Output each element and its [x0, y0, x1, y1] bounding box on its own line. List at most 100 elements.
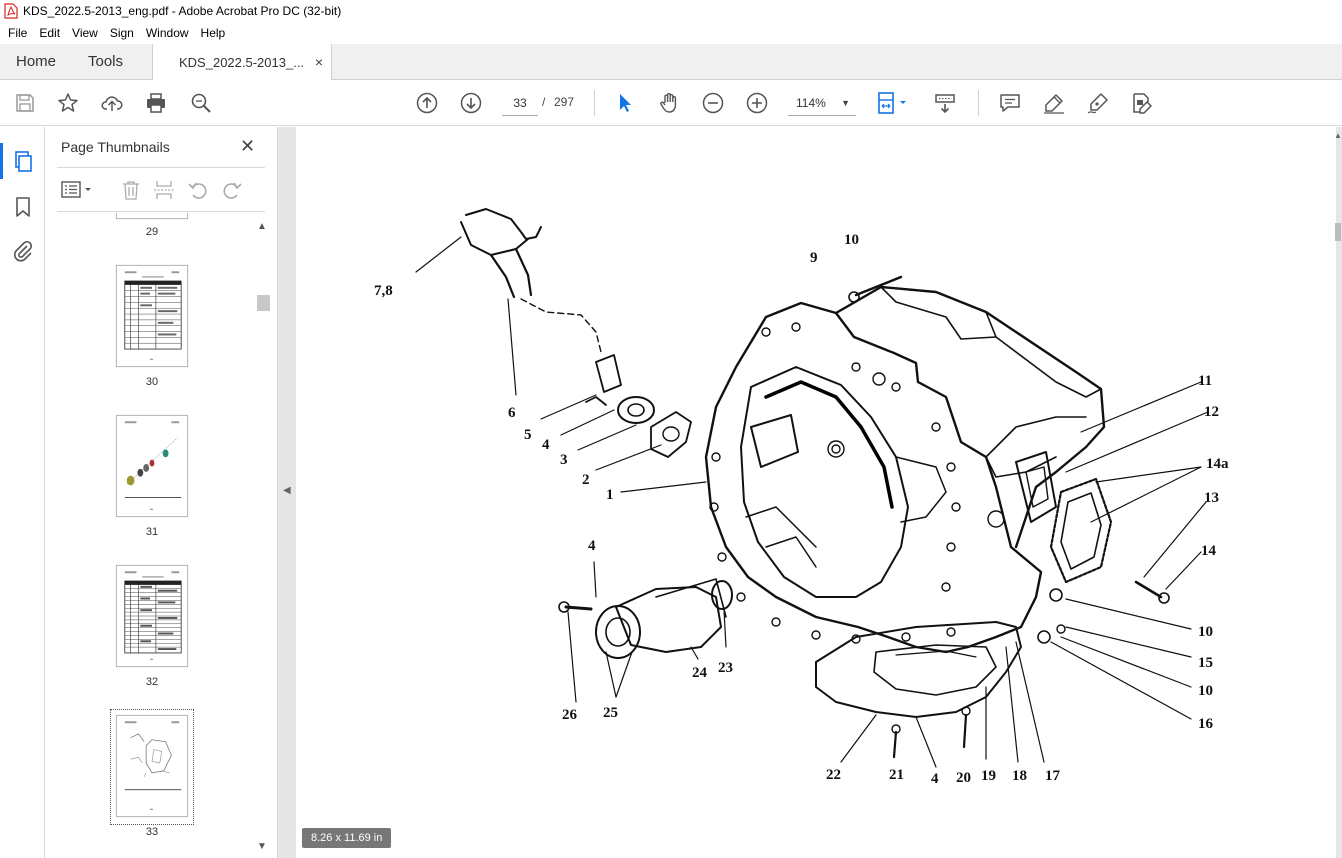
bookmarks-icon[interactable] [11, 195, 35, 219]
page-number-input[interactable] [502, 90, 538, 116]
thumbnail-page-number: 30 [145, 376, 159, 388]
upload-cloud-icon[interactable] [100, 91, 124, 115]
callout-labels: 7,8 10 9 6 5 4 3 2 1 11 12 14a 13 14 4 2… [374, 232, 1229, 787]
callout-number: 10 [1198, 624, 1213, 640]
zoom-out-icon[interactable] [701, 91, 725, 115]
attachments-paperclip-icon[interactable] [11, 239, 35, 263]
callout-number: 6 [508, 405, 516, 421]
scroll-up-icon[interactable]: ▲ [1334, 131, 1342, 140]
scrollbar-thumb[interactable] [257, 295, 270, 311]
page-thumbnails-icon[interactable] [0, 143, 35, 179]
scroll-mode-icon[interactable] [933, 91, 957, 115]
callout-number: 22 [826, 767, 841, 783]
callout-number: 14a [1206, 456, 1229, 472]
callout-number: 20 [956, 770, 971, 786]
zoom-select[interactable]: 114% ▼ [788, 90, 856, 116]
highlight-pen-icon[interactable] [1042, 91, 1066, 115]
page-separator: / [542, 95, 546, 109]
page-size-badge: 8.26 x 11.69 in [302, 828, 392, 848]
exploded-parts-drawing: 7,8 10 9 6 5 4 3 2 1 11 12 14a 13 14 4 2… [374, 208, 1229, 787]
callout-number: 23 [718, 660, 733, 676]
callout-number: 2 [582, 472, 590, 488]
callout-number: 17 [1045, 768, 1061, 784]
thumbnail-page-number: 31 [145, 526, 159, 538]
thumbnails-panel: Page Thumbnails ✕ 29 30 31 32 33 ▲ ▼ [45, 127, 278, 858]
save-icon[interactable] [13, 91, 37, 115]
callout-number: 21 [889, 767, 904, 783]
left-rail [0, 127, 45, 858]
panel-close-icon[interactable]: ✕ [240, 136, 255, 157]
delete-trash-icon[interactable] [120, 179, 142, 204]
callout-number: 24 [692, 665, 708, 681]
callout-number: 7,8 [374, 283, 393, 299]
page-fit-icon[interactable] [876, 91, 912, 115]
window-title: KDS_2022.5-2013_eng.pdf - Adobe Acrobat … [23, 4, 342, 18]
thumbnail-scrollbar[interactable]: ▲ ▼ [255, 217, 270, 858]
collapse-panel-icon[interactable]: ◀ [283, 485, 291, 496]
callout-number: 9 [810, 250, 818, 266]
menu-view[interactable]: View [66, 26, 104, 40]
menu-sign[interactable]: Sign [104, 26, 140, 40]
callout-number: 18 [1012, 768, 1027, 784]
find-magnifier-icon[interactable] [189, 91, 213, 115]
bookmark-star-icon[interactable] [56, 91, 80, 115]
thumbnail-list: 29 30 31 32 33 [45, 213, 265, 858]
callout-number: 3 [560, 452, 568, 468]
divider [57, 211, 265, 212]
panel-title: Page Thumbnails [61, 139, 170, 155]
document-viewport[interactable]: ◀ 7,8 10 9 6 5 4 3 2 1 11 12 14a 13 14 4… [278, 127, 1342, 858]
page-thumbnail[interactable] [116, 415, 188, 517]
callout-number: 13 [1204, 490, 1219, 506]
tab-tools[interactable]: Tools [88, 53, 123, 70]
extract-pages-icon[interactable] [153, 179, 175, 204]
callout-number: 26 [562, 707, 578, 723]
sign-pen-icon[interactable] [1086, 91, 1110, 115]
callout-number: 11 [1198, 373, 1212, 389]
tab-close-icon[interactable]: × [315, 54, 323, 70]
scroll-up-icon[interactable]: ▲ [257, 221, 267, 232]
print-icon[interactable] [144, 91, 168, 115]
previous-page-icon[interactable] [415, 91, 439, 115]
callout-number: 19 [981, 768, 996, 784]
divider [57, 167, 265, 168]
tab-home[interactable]: Home [16, 53, 56, 70]
menu-edit[interactable]: Edit [33, 26, 66, 40]
rotate-left-icon[interactable] [187, 179, 209, 204]
page-thumbnail-selected[interactable] [116, 715, 188, 817]
callout-number: 14 [1201, 543, 1217, 559]
tab-document[interactable]: KDS_2022.5-2013_... × [152, 44, 332, 80]
thumbnail-preview [124, 421, 182, 510]
page-thumbnail[interactable] [116, 213, 188, 219]
comment-icon[interactable] [998, 91, 1022, 115]
thumbnail-options-icon[interactable] [61, 179, 95, 204]
zoom-value: 114% [796, 95, 826, 110]
edit-document-icon[interactable] [1130, 91, 1154, 115]
callout-number: 16 [1198, 716, 1214, 732]
page-thumbnail[interactable] [116, 265, 188, 367]
thumbnail-preview [124, 721, 182, 810]
scrollbar-thumb[interactable] [1335, 223, 1341, 241]
callout-number: 15 [1198, 655, 1213, 671]
select-cursor-icon[interactable] [613, 91, 637, 115]
document-scrollbar[interactable]: ▲ [1334, 127, 1342, 858]
callout-number: 10 [1198, 683, 1213, 699]
hand-tool-icon[interactable] [657, 91, 681, 115]
menu-window[interactable]: Window [140, 26, 195, 40]
total-pages: 297 [554, 95, 575, 109]
thumbnail-page-number: 33 [145, 826, 159, 838]
menu-help[interactable]: Help [195, 26, 232, 40]
pdf-page: 7,8 10 9 6 5 4 3 2 1 11 12 14a 13 14 4 2… [296, 127, 1336, 858]
scroll-down-icon[interactable]: ▼ [257, 841, 267, 852]
zoom-in-icon[interactable] [745, 91, 769, 115]
thumbnail-page-number: 29 [145, 226, 159, 238]
pdf-file-icon [4, 3, 18, 19]
acrobat-window: KDS_2022.5-2013_eng.pdf - Adobe Acrobat … [0, 0, 1342, 858]
toolbar-divider [594, 90, 595, 116]
thumbnail-tools [45, 175, 278, 205]
rotate-right-icon[interactable] [221, 179, 243, 204]
page-thumbnail[interactable] [116, 565, 188, 667]
next-page-icon[interactable] [459, 91, 483, 115]
title-bar: KDS_2022.5-2013_eng.pdf - Adobe Acrobat … [0, 0, 1342, 22]
menu-file[interactable]: File [2, 26, 33, 40]
callout-number: 1 [606, 487, 614, 503]
